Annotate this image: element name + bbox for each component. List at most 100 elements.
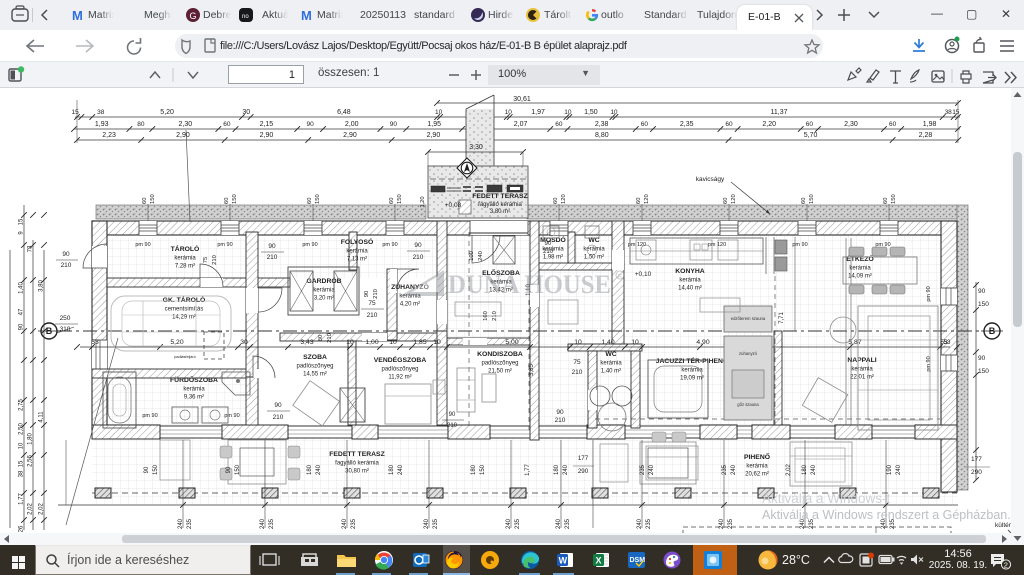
- svg-text:FÜRDŐSZOBA: FÜRDŐSZOBA: [170, 375, 218, 384]
- svg-text:10: 10: [433, 339, 441, 346]
- svg-text:60: 60: [142, 198, 148, 204]
- svg-text:60: 60: [725, 121, 733, 128]
- svg-text:pm 90: pm 90: [135, 242, 150, 248]
- svg-text:15: 15: [952, 109, 960, 116]
- svg-text:pm 90: pm 90: [926, 286, 932, 301]
- svg-text:FEDETT TERASZ: FEDETT TERASZ: [329, 451, 385, 458]
- svg-text:75: 75: [203, 257, 209, 263]
- svg-text:15: 15: [72, 109, 80, 116]
- svg-text:60: 60: [636, 198, 642, 204]
- svg-text:2,23: 2,23: [102, 132, 116, 139]
- svg-text:11,37: 11,37: [771, 109, 788, 116]
- svg-text:3,20 m²: 3,20 m²: [314, 296, 334, 302]
- svg-text:60: 60: [889, 121, 897, 128]
- svg-text:DUNA HOUSE: DUNA HOUSE: [448, 270, 611, 299]
- svg-text:5,20: 5,20: [160, 109, 174, 116]
- svg-text:30: 30: [240, 339, 248, 346]
- svg-text:60: 60: [307, 198, 313, 204]
- svg-text:60: 60: [801, 198, 807, 204]
- svg-text:1,85: 1,85: [413, 339, 426, 346]
- svg-text:2,02: 2,02: [39, 503, 45, 515]
- svg-text:11,92 m²: 11,92 m²: [388, 375, 411, 381]
- svg-text:240: 240: [478, 251, 484, 261]
- svg-text:1,80: 1,80: [28, 433, 34, 445]
- svg-text:1,77: 1,77: [525, 464, 531, 476]
- svg-text:10: 10: [389, 339, 397, 346]
- svg-text:60: 60: [224, 198, 230, 204]
- svg-text:210: 210: [267, 254, 278, 261]
- svg-text:cementsimítás: cementsimítás: [165, 307, 204, 313]
- svg-text:pm 90: pm 90: [142, 413, 157, 419]
- svg-text:Aktiválja a Windows-t: Aktiválja a Windows-t: [762, 491, 891, 506]
- svg-text:2,00: 2,00: [345, 121, 359, 128]
- svg-text:240: 240: [556, 518, 562, 529]
- svg-text:14,40 m²: 14,40 m²: [678, 286, 702, 292]
- svg-text:3,80 m²: 3,80 m²: [490, 209, 510, 215]
- svg-text:kerámia: kerámia: [313, 288, 335, 294]
- svg-text:2,30: 2,30: [844, 121, 858, 128]
- svg-text:1,40: 1,40: [19, 282, 25, 294]
- svg-text:3,85: 3,85: [529, 364, 535, 376]
- svg-text:90: 90: [62, 251, 70, 258]
- svg-text:FEDETT TERASZ: FEDETT TERASZ: [472, 193, 528, 200]
- svg-text:47: 47: [19, 308, 25, 315]
- svg-text:no: no: [242, 14, 249, 20]
- svg-text:10: 10: [574, 339, 582, 346]
- svg-text:padlásfeljáró: padlásfeljáró: [174, 355, 196, 359]
- svg-text:1,77: 1,77: [19, 493, 25, 505]
- svg-text:210: 210: [572, 369, 583, 376]
- svg-text:210: 210: [555, 417, 566, 424]
- svg-text:150: 150: [809, 194, 815, 204]
- svg-text:240: 240: [637, 518, 643, 529]
- svg-text:210: 210: [61, 262, 72, 269]
- svg-text:120: 120: [731, 194, 737, 204]
- svg-text:2,02: 2,02: [28, 503, 34, 515]
- svg-text:90: 90: [268, 243, 276, 250]
- svg-text:150: 150: [315, 194, 321, 204]
- svg-text:kerámia: kerámia: [679, 278, 701, 284]
- svg-text:240: 240: [260, 518, 266, 529]
- svg-text:1,97: 1,97: [531, 109, 545, 116]
- svg-text:75: 75: [368, 300, 376, 307]
- svg-text:pm 90: pm 90: [224, 413, 239, 419]
- svg-text:210: 210: [273, 414, 284, 421]
- svg-text:150: 150: [235, 464, 241, 475]
- svg-text:WC: WC: [605, 351, 616, 358]
- svg-text:1,40 m²: 1,40 m²: [601, 369, 621, 375]
- svg-text:pm 90: pm 90: [302, 242, 317, 248]
- svg-text:78: 78: [28, 245, 34, 252]
- svg-text:1,50 m²: 1,50 m²: [584, 255, 604, 261]
- svg-text:150: 150: [153, 464, 159, 475]
- svg-text:2,02: 2,02: [786, 464, 792, 476]
- svg-text:90: 90: [364, 291, 370, 297]
- svg-text:235: 235: [722, 464, 728, 475]
- svg-text:1,40: 1,40: [601, 339, 614, 346]
- svg-text:GARDRÓB: GARDRÓB: [306, 276, 341, 285]
- svg-text:padlószőnyeg: padlószőnyeg: [296, 364, 333, 370]
- svg-text:4,20 m²: 4,20 m²: [400, 302, 420, 308]
- svg-text:30,80 m²: 30,80 m²: [345, 469, 369, 475]
- svg-text:2,50: 2,50: [19, 423, 25, 435]
- svg-text:2,38: 2,38: [595, 121, 609, 128]
- svg-text:290: 290: [971, 469, 982, 476]
- svg-text:DSM: DSM: [630, 557, 646, 564]
- svg-text:kavicságy: kavicságy: [696, 176, 725, 183]
- svg-text:235: 235: [433, 518, 439, 529]
- svg-text:210: 210: [212, 255, 218, 265]
- svg-text:14,09 m²: 14,09 m²: [848, 274, 872, 280]
- svg-text:90: 90: [307, 121, 315, 128]
- svg-text:90: 90: [19, 323, 25, 330]
- svg-text:kerámia: kerámia: [346, 249, 368, 255]
- svg-text:38: 38: [97, 109, 105, 116]
- svg-text:235: 235: [515, 518, 521, 529]
- svg-text:VENDÉGSZOBA: VENDÉGSZOBA: [374, 355, 427, 364]
- svg-text:90: 90: [978, 355, 986, 362]
- svg-text:X: X: [596, 556, 602, 566]
- svg-text:60: 60: [723, 198, 729, 204]
- svg-text:4,90: 4,90: [696, 339, 709, 346]
- svg-text:235: 235: [565, 518, 571, 529]
- svg-text:20,62 m²: 20,62 m²: [745, 472, 769, 478]
- svg-text:210: 210: [327, 333, 333, 343]
- svg-text:75: 75: [573, 359, 581, 366]
- svg-text:pm 120: pm 120: [708, 242, 726, 248]
